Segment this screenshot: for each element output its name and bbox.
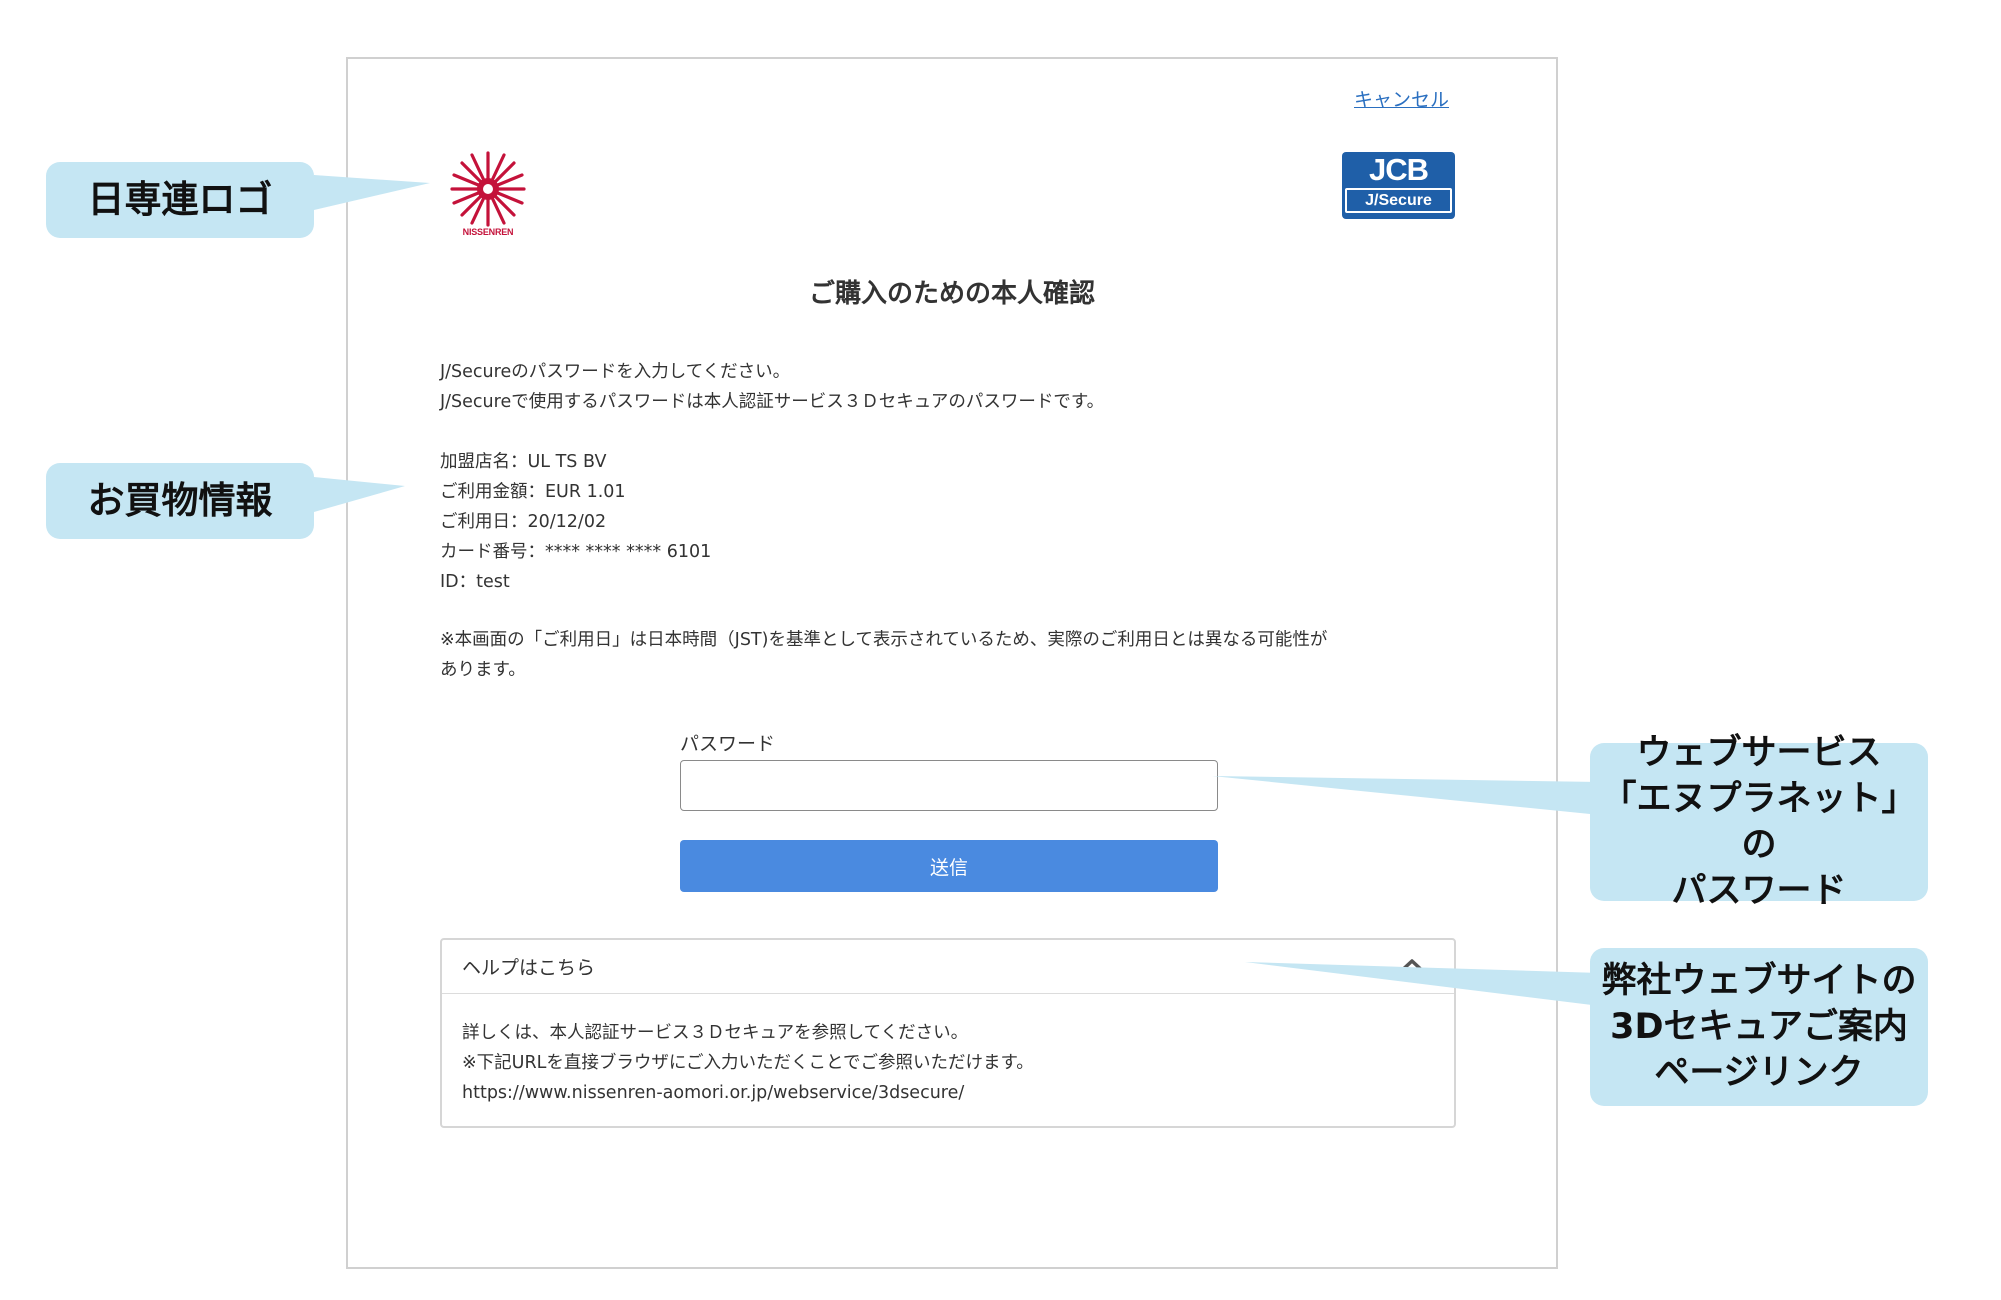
callout-password: ウェブサービス 「エヌプラネット」の パスワード	[1590, 733, 1928, 911]
pointer-password	[1212, 776, 1600, 815]
callout-help-link: 弊社ウェブサイトの 3Dセキュアご案内 ページリンク	[1590, 948, 1928, 1106]
pointer-help-link	[1245, 962, 1600, 1006]
pointer-logo	[314, 175, 430, 210]
callout-purchase-info: お買物情報	[46, 463, 314, 539]
callout-password-line: 「エヌプラネット」の	[1601, 779, 1917, 865]
callout-password-line: パスワード	[1671, 871, 1847, 911]
callout-help-line: ページリンク	[1654, 1053, 1864, 1093]
pointer-purchase-info	[314, 477, 405, 512]
callout-logo: 日専連ロゴ	[46, 162, 314, 238]
callout-password-line: ウェブサービス	[1636, 733, 1882, 773]
callout-help-line: 3Dセキュアご案内	[1610, 1007, 1908, 1047]
callout-help-line: 弊社ウェブサイトの	[1601, 961, 1917, 1001]
